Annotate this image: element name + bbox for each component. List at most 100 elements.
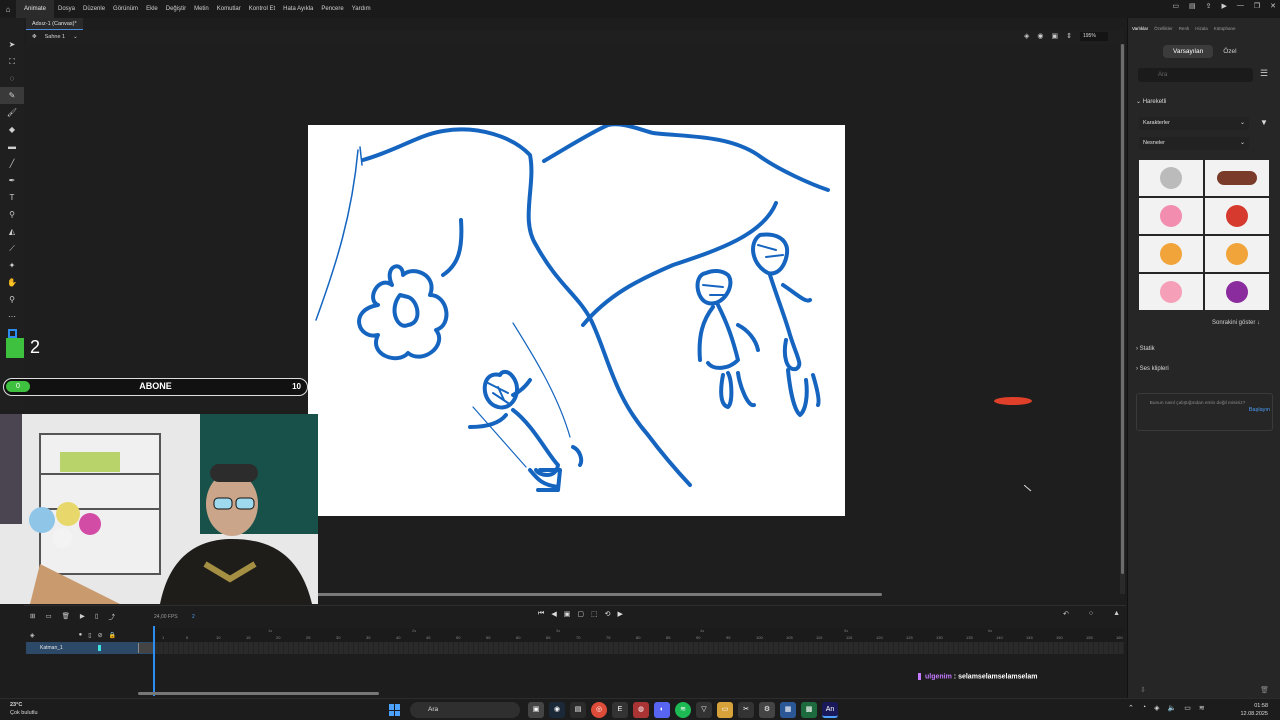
onion-skin-icon[interactable]: ▣: [564, 610, 571, 618]
scene-icon[interactable]: ✥: [32, 34, 37, 40]
volume-icon[interactable]: 🔈: [1168, 704, 1177, 712]
show-more-link[interactable]: Sonrakini göster ↓: [1212, 320, 1260, 326]
list-view-icon[interactable]: ☰: [1260, 68, 1268, 79]
eyedropper-icon[interactable]: ⟋: [0, 240, 24, 257]
rectangle-icon[interactable]: ▬: [0, 138, 24, 155]
layer-row[interactable]: Katman_1: [26, 642, 154, 654]
network-icon[interactable]: ◈: [1154, 704, 1159, 712]
document-tab[interactable]: Adsız-1 (Canvas)*: [26, 18, 83, 30]
tab-color[interactable]: Renk: [1179, 26, 1190, 31]
playhead[interactable]: [153, 626, 155, 696]
chevron-down-icon[interactable]: ⌄: [73, 34, 78, 40]
home-icon[interactable]: ⌂: [0, 5, 16, 14]
graph-icon[interactable]: ⤴: [108, 611, 115, 621]
keyframe[interactable]: [138, 643, 154, 653]
frame-size-slider[interactable]: ○: [1089, 610, 1093, 618]
selection-tool-icon[interactable]: ➤: [0, 36, 24, 53]
app-icon[interactable]: ▤: [570, 702, 586, 718]
app-name[interactable]: Animate: [16, 0, 55, 18]
asset-thumbnail[interactable]: [1205, 198, 1269, 234]
asset-thumbnail[interactable]: [1139, 236, 1203, 272]
capcut-icon[interactable]: ✂: [738, 702, 754, 718]
first-frame-icon[interactable]: ⏮: [538, 610, 544, 618]
tray-chevron-icon[interactable]: ⌃: [1128, 704, 1134, 712]
stage-vertical-scrollbar[interactable]: [1120, 44, 1125, 594]
menu-item-edit[interactable]: Düzenle: [79, 6, 109, 12]
pen-icon[interactable]: ✒: [0, 172, 24, 189]
undo-icon[interactable]: ↶: [1063, 610, 1069, 618]
section-sound-clips[interactable]: › Ses klipleri: [1136, 366, 1169, 372]
vpn-icon[interactable]: ▽: [696, 702, 712, 718]
parenting-icon[interactable]: ▯: [95, 612, 99, 620]
asset-thumbnail[interactable]: [1139, 274, 1203, 310]
current-frame[interactable]: 2: [192, 614, 195, 620]
tab-library[interactable]: Kütüphane: [1214, 26, 1236, 31]
app-icon[interactable]: ⚙: [759, 702, 775, 718]
menu-item-insert[interactable]: Ekle: [142, 6, 162, 12]
play-icon[interactable]: ▶: [617, 610, 622, 618]
canvas[interactable]: [308, 122, 845, 516]
tab-assets[interactable]: Varlıklar: [1132, 26, 1148, 31]
menu-item-debug[interactable]: Hata Ayıkla: [279, 6, 317, 12]
asset-thumbnail[interactable]: [1139, 198, 1203, 234]
camera-icon[interactable]: ◉: [1037, 32, 1043, 41]
chrome-icon[interactable]: ◎: [591, 702, 607, 718]
segment-custom[interactable]: Özel: [1213, 45, 1246, 58]
outline-icon[interactable]: ▯: [88, 632, 91, 639]
zoom-icon[interactable]: ⚲: [0, 291, 24, 308]
center-icon[interactable]: ⇕: [1066, 32, 1072, 41]
zoom-field[interactable]: 195%: [1080, 32, 1108, 41]
section-animated[interactable]: ⌄ Hareketli: [1136, 98, 1166, 105]
camera-icon[interactable]: ▶: [80, 612, 85, 620]
asset-thumbnail[interactable]: [1205, 160, 1269, 196]
restore-icon[interactable]: ❐: [1254, 2, 1260, 10]
loop-icon[interactable]: ⟲: [605, 610, 611, 618]
tab-properties[interactable]: Özellikler: [1154, 26, 1173, 31]
scene-name[interactable]: Sahne 1: [45, 34, 66, 40]
animate-icon[interactable]: An: [822, 702, 838, 718]
trash-icon[interactable]: 🗑: [1260, 686, 1269, 694]
menu-item-commands[interactable]: Komutlar: [213, 6, 245, 12]
file-explorer-icon[interactable]: ▭: [717, 702, 733, 718]
asset-warp-icon[interactable]: ✋: [0, 274, 24, 291]
new-folder-icon[interactable]: ▭: [45, 612, 51, 620]
pin-icon[interactable]: ✦: [0, 257, 24, 274]
wifi-icon[interactable]: ≋: [1199, 704, 1205, 712]
new-layer-icon[interactable]: ⊞: [30, 612, 35, 620]
edit-multiple-icon[interactable]: ⬚: [591, 610, 598, 618]
timeline-scrollbar[interactable]: [138, 692, 379, 695]
menu-item-text[interactable]: Metin: [190, 6, 213, 12]
app-icon[interactable]: ▩: [801, 702, 817, 718]
line-icon[interactable]: ╱: [0, 155, 24, 172]
brush-icon[interactable]: 🖌: [0, 104, 24, 121]
weather-widget[interactable]: 23°C Çok bulutlu: [10, 701, 38, 717]
steam-icon[interactable]: ◉: [549, 702, 565, 718]
windows-start-icon[interactable]: [389, 704, 401, 716]
menu-item-control[interactable]: Kontrol Et: [245, 6, 279, 12]
more-tools-icon[interactable]: ⋯: [0, 308, 24, 325]
menu-item-modify[interactable]: Değiştir: [162, 6, 190, 12]
highlight-icon[interactable]: ●: [79, 632, 83, 639]
free-transform-icon[interactable]: ⛶: [0, 53, 24, 70]
fps-display[interactable]: 24,00 FPS: [154, 614, 178, 620]
filter-icon[interactable]: ▼: [1260, 118, 1268, 127]
clip-icon[interactable]: ▣: [1052, 32, 1059, 41]
taskbar-search[interactable]: Ara: [410, 702, 520, 718]
segment-default[interactable]: Varsayılan: [1163, 45, 1214, 58]
asset-thumbnail[interactable]: [1205, 274, 1269, 310]
app-icon[interactable]: ▦: [780, 702, 796, 718]
category-dropdown[interactable]: Karakterler ⌄: [1139, 117, 1249, 130]
menu-item-window[interactable]: Pencere: [317, 6, 347, 12]
tray-app-icon[interactable]: ◔: [1142, 704, 1146, 712]
obs-icon[interactable]: ◍: [633, 702, 649, 718]
menu-item-help[interactable]: Yardım: [348, 6, 375, 12]
asset-thumbnail[interactable]: [1205, 236, 1269, 272]
scroll-thumb[interactable]: [1121, 44, 1124, 574]
text-icon[interactable]: T: [0, 189, 24, 206]
tab-align[interactable]: Hizala: [1195, 26, 1208, 31]
import-icon[interactable]: ⇩: [1140, 686, 1146, 694]
menu-item-file[interactable]: Dosya: [54, 6, 79, 12]
clock[interactable]: 01:58 12.08.2025: [1240, 702, 1268, 718]
lock-icon[interactable]: 🔒: [109, 632, 116, 639]
onion-outline-icon[interactable]: ▢: [577, 610, 584, 618]
